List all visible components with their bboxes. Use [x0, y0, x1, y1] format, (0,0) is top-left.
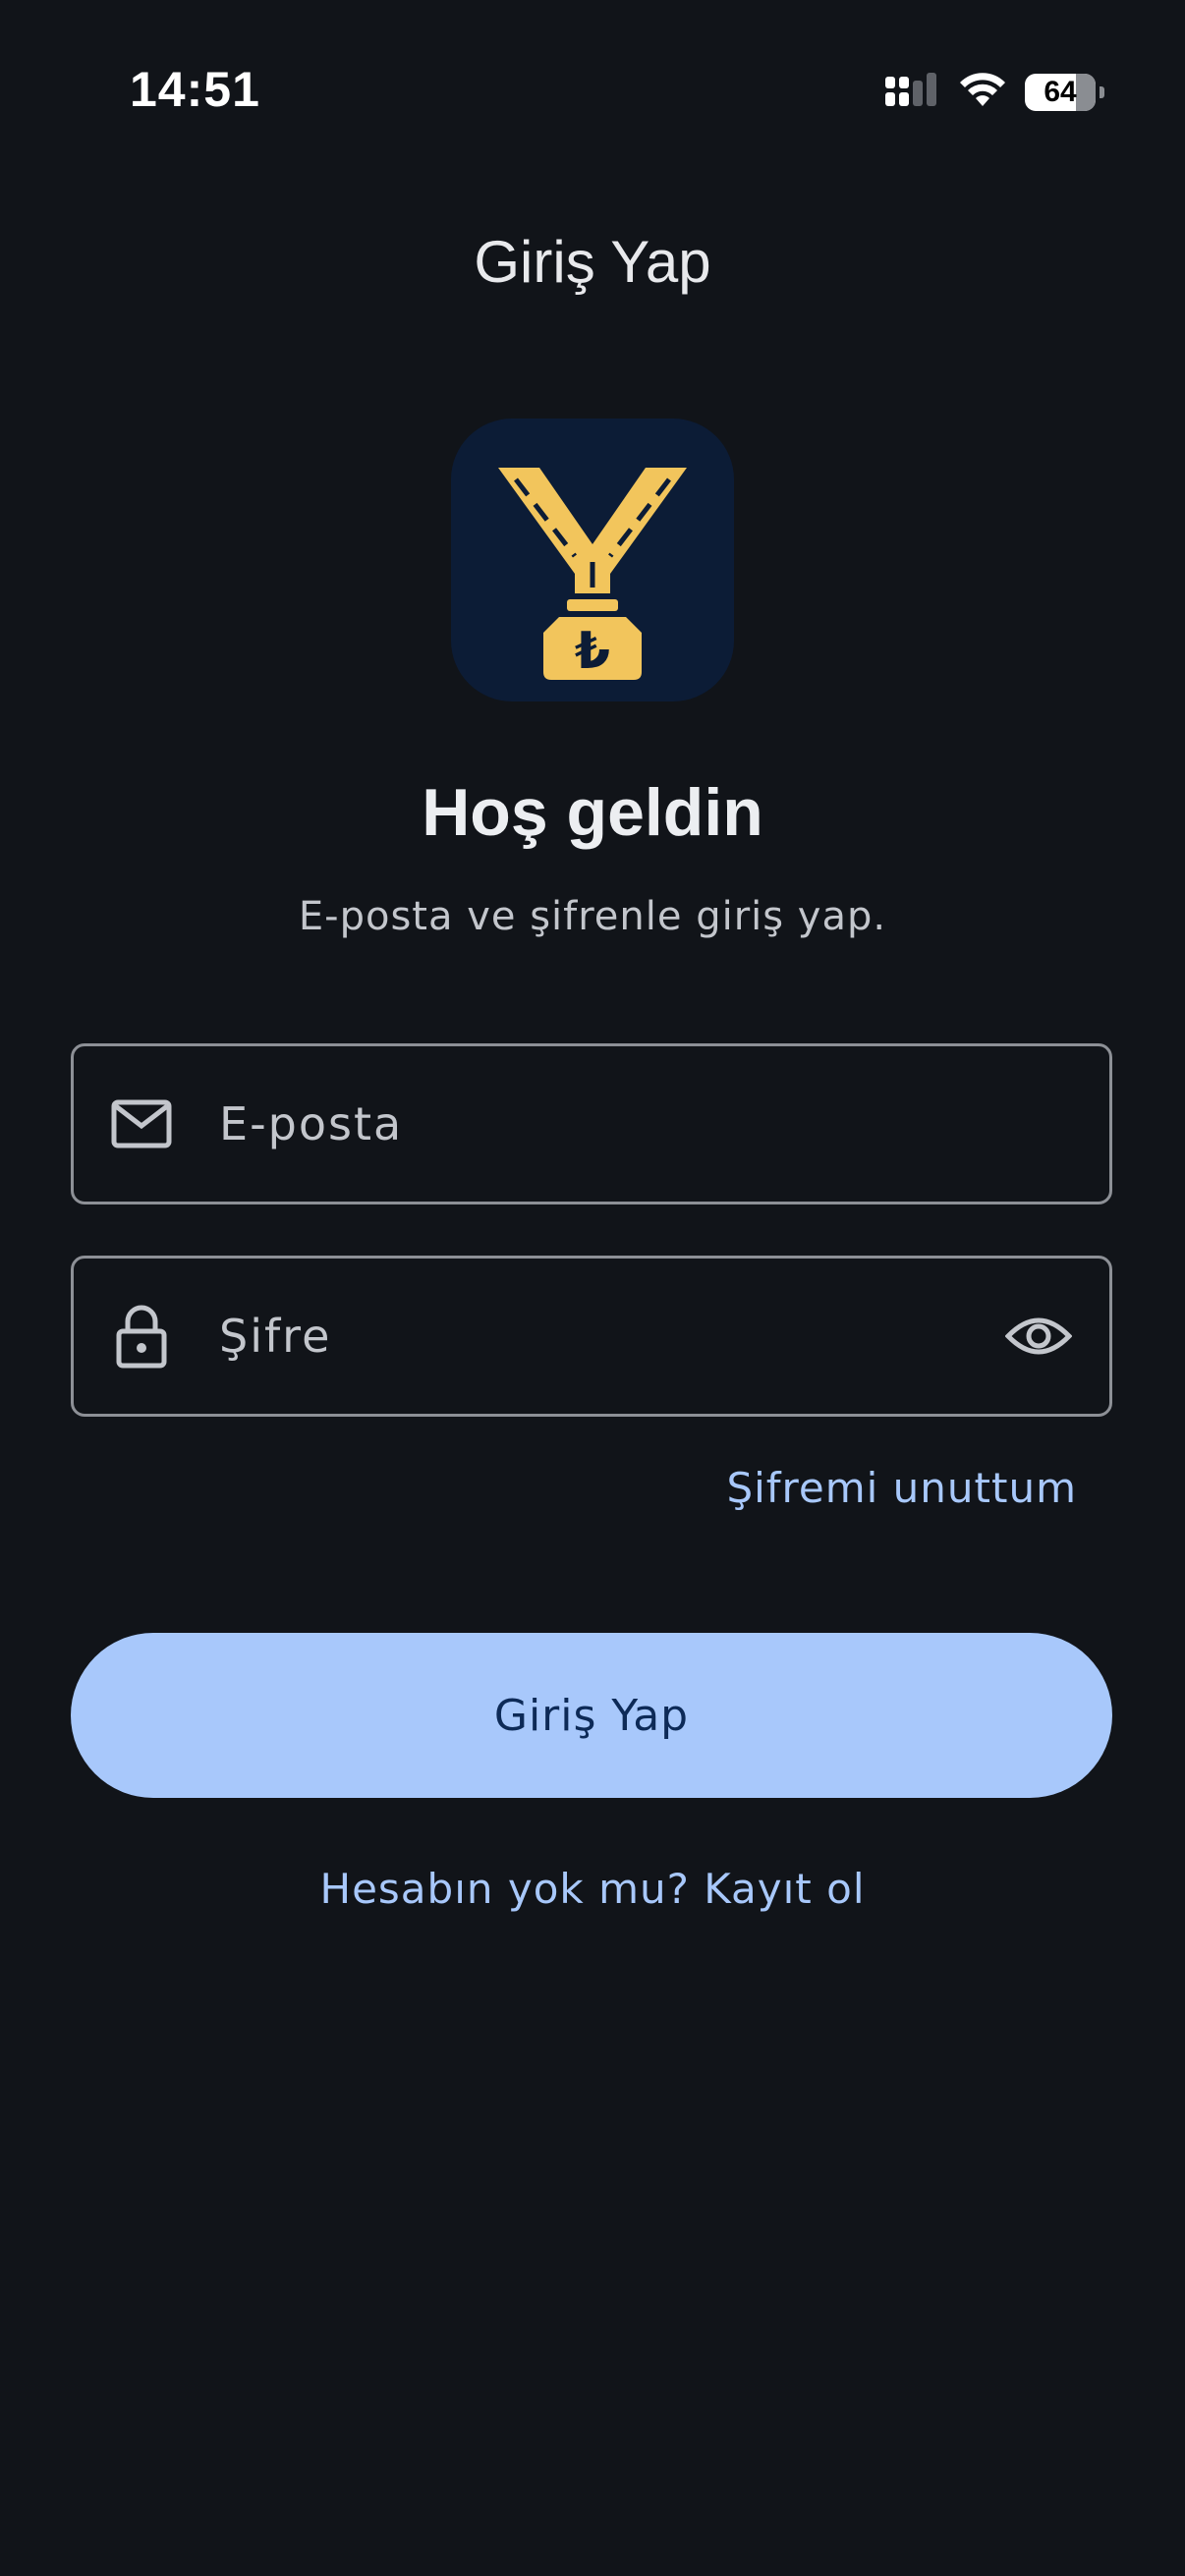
forgot-password-link[interactable]: Şifremi unuttum [726, 1464, 1077, 1512]
login-button[interactable]: Giriş Yap [71, 1633, 1112, 1798]
cellular-signal-icon [885, 71, 940, 114]
email-input[interactable] [217, 1096, 1109, 1151]
battery-nub [1100, 86, 1104, 98]
status-icons: 64 [885, 71, 1104, 114]
password-field[interactable] [71, 1256, 1112, 1417]
medal-lira-icon: ₺ [498, 468, 687, 681]
battery-icon: 64 [1025, 74, 1096, 111]
email-field[interactable] [71, 1043, 1112, 1204]
eye-icon[interactable] [1003, 1301, 1074, 1372]
welcome-subtitle: E-posta ve şifrenle giriş yap. [298, 894, 887, 939]
app-logo: ₺ [451, 419, 734, 701]
password-input[interactable] [217, 1309, 1003, 1364]
lira-symbol: ₺ [575, 622, 610, 681]
wifi-icon [958, 71, 1007, 114]
page-title: Giriş Yap [474, 229, 711, 295]
welcome-heading: Hoş geldin [422, 775, 763, 850]
register-link[interactable]: Hesabın yok mu? Kayıt ol [0, 1865, 1185, 1913]
lock-icon [109, 1304, 174, 1369]
battery-level: 64 [1044, 76, 1077, 108]
status-time: 14:51 [130, 62, 260, 117]
mail-icon [109, 1092, 174, 1156]
